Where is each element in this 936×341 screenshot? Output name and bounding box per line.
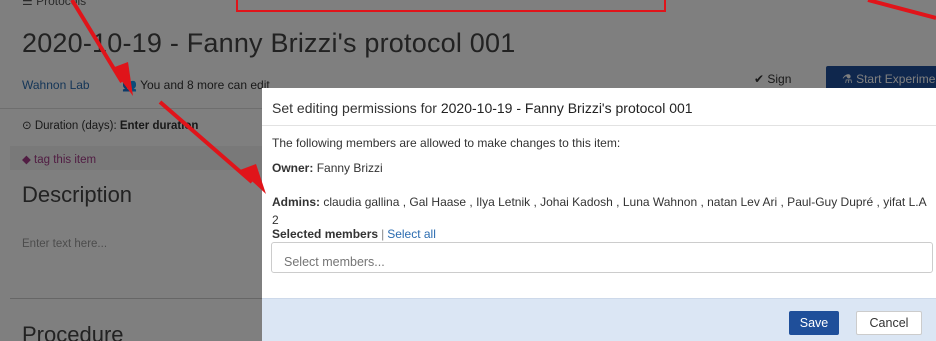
permissions-modal: Set editing permissions for 2020-10-19 -…	[262, 88, 936, 341]
save-button[interactable]: Save	[789, 311, 839, 335]
admins-line: Admins: claudia gallina , Gal Haase , Il…	[272, 193, 932, 229]
select-all-link[interactable]: Select all	[387, 227, 436, 241]
cancel-button[interactable]: Cancel	[856, 311, 922, 335]
modal-title-item: 2020-10-19 - Fanny Brizzi's protocol 001	[440, 100, 693, 116]
owner-value: Fanny Brizzi	[316, 161, 383, 175]
select-members-input[interactable]	[271, 242, 933, 273]
selected-members-label: Selected members	[272, 227, 379, 241]
modal-intro: The following members are allowed to mak…	[272, 136, 621, 150]
admins-label: Admins:	[272, 195, 320, 209]
modal-title: Set editing permissions for 2020-10-19 -…	[272, 100, 693, 116]
admins-value: claudia gallina , Gal Haase , Ilya Letni…	[272, 195, 926, 227]
owner-line: Owner: Fanny Brizzi	[272, 161, 383, 175]
separator: |	[381, 227, 385, 241]
modal-header: Set editing permissions for 2020-10-19 -…	[262, 88, 936, 126]
modal-title-prefix: Set editing permissions for	[272, 100, 437, 116]
modal-footer: Save Cancel	[262, 298, 936, 341]
owner-label: Owner:	[272, 161, 314, 175]
selected-members-line: Selected members | Select all	[272, 227, 436, 241]
annotation-highlight-box	[236, 0, 666, 12]
